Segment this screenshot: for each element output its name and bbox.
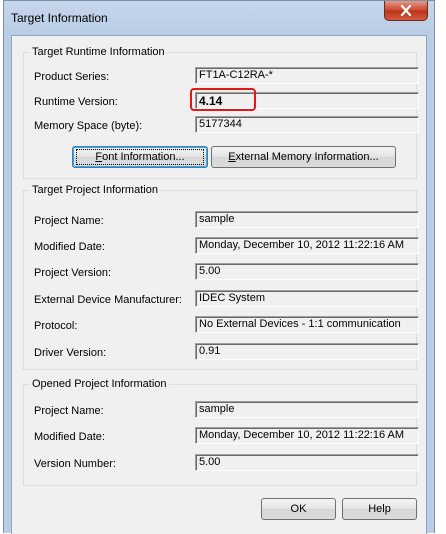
product-series-label: Product Series: (34, 71, 110, 83)
external-memory-information-button[interactable]: External Memory Information... (211, 146, 396, 168)
driver-version-field: 0.91 (195, 343, 419, 360)
product-series-field: FT1A-C12RA-* (195, 67, 419, 84)
runtime-version-label: Runtime Version: (34, 96, 118, 108)
runtime-version-highlight (190, 88, 256, 111)
project-version-label: Project Version: (34, 267, 112, 279)
project-version-field: 5.00 (195, 263, 419, 280)
external-memory-button-label: xternal Memory Information... (235, 151, 379, 163)
dialog-window: Target Information Target Runtime Inform… (3, 0, 435, 534)
runtime-group-title: Target Runtime Information (30, 46, 167, 58)
runtime-info-group: Target Runtime Information Product Serie… (23, 46, 419, 179)
driver-version-label: Driver Version: (34, 347, 107, 359)
title-bar[interactable]: Target Information (4, 1, 434, 35)
opened-project-name-field: sample (195, 401, 419, 418)
protocol-label: Protocol: (34, 320, 78, 332)
close-icon (400, 5, 412, 16)
version-number-field: 5.00 (195, 454, 419, 471)
opened-modified-date-label: Modified Date: (34, 431, 105, 443)
memory-space-field: 5177344 (195, 116, 419, 133)
project-info-group: Target Project Information Project Name:… (23, 184, 419, 370)
opened-project-name-label: Project Name: (34, 405, 104, 417)
close-button[interactable] (384, 1, 428, 21)
manufacturer-field: IDEC System (195, 290, 419, 307)
dialog-client-area: Target Runtime Information Product Serie… (11, 35, 427, 534)
protocol-field: No External Devices - 1:1 communication (195, 316, 419, 333)
project-name-label: Project Name: (34, 215, 104, 227)
window-title: Target Information (11, 11, 108, 25)
ok-button[interactable]: OK (261, 498, 336, 520)
manufacturer-label: External Device Manufacturer: (34, 294, 182, 306)
font-information-button[interactable]: Font Information... (72, 146, 208, 168)
modified-date-label: Modified Date: (34, 241, 105, 253)
opened-modified-date-field: Monday, December 10, 2012 11:22:16 AM (195, 427, 419, 444)
version-number-label: Version Number: (34, 458, 116, 470)
help-button[interactable]: Help (342, 498, 417, 520)
external-memory-button-mnemonic: E (228, 151, 236, 163)
memory-space-label: Memory Space (byte): (34, 120, 143, 132)
modified-date-field: Monday, December 10, 2012 11:22:16 AM (195, 237, 419, 254)
opened-project-group: Opened Project Information Project Name:… (23, 378, 419, 486)
project-group-title: Target Project Information (30, 184, 160, 196)
opened-group-title: Opened Project Information (30, 378, 169, 390)
project-name-field: sample (195, 211, 419, 228)
focus-rectangle (76, 149, 204, 165)
